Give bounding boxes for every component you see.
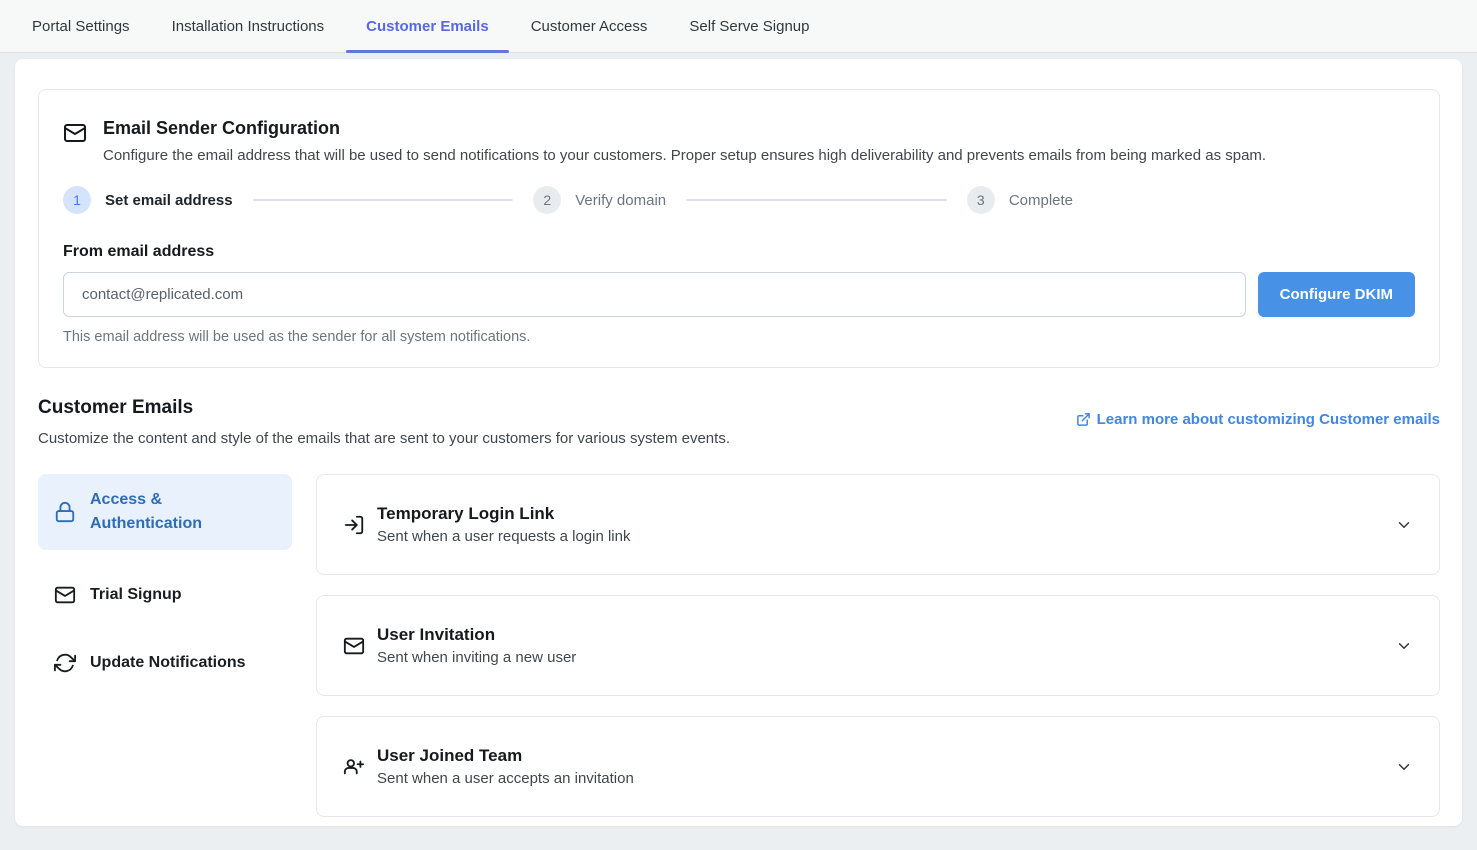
step-3-label: Complete — [1009, 192, 1073, 209]
section-title: Customer Emails — [38, 397, 730, 419]
section-heading-text: Customer Emails Customize the content an… — [38, 397, 730, 447]
step-1-label: Set email address — [105, 192, 233, 209]
category-label: Trial Signup — [90, 583, 182, 607]
email-card-subtitle: Sent when a user requests a login link — [377, 528, 630, 545]
from-email-row: Configure DKIM — [63, 272, 1415, 317]
user-plus-icon — [343, 756, 365, 778]
from-email-helper-text: This email address will be used as the s… — [63, 329, 1415, 345]
step-2-label: Verify domain — [575, 192, 666, 209]
chevron-down-icon[interactable] — [1395, 758, 1413, 776]
sender-card-text: Email Sender Configuration Configure the… — [103, 118, 1266, 164]
customer-emails-content: Access & Authentication Trial Signup Upd… — [38, 474, 1440, 817]
from-email-input[interactable] — [63, 272, 1246, 317]
tab-bar: Portal Settings Installation Instruction… — [0, 0, 1477, 53]
email-sender-config-card: Email Sender Configuration Configure the… — [38, 89, 1440, 368]
email-card-text: User Joined Team Sent when a user accept… — [377, 746, 634, 787]
sender-card-title: Email Sender Configuration — [103, 118, 1266, 139]
category-label: Update Notifications — [90, 651, 246, 675]
category-trial-signup[interactable]: Trial Signup — [38, 572, 292, 618]
mail-icon — [343, 635, 365, 657]
email-card-title: User Invitation — [377, 625, 576, 645]
tab-portal-settings[interactable]: Portal Settings — [12, 0, 150, 52]
chevron-down-icon[interactable] — [1395, 637, 1413, 655]
external-link-icon — [1076, 412, 1091, 427]
email-card-temporary-login-link[interactable]: Temporary Login Link Sent when a user re… — [316, 474, 1440, 575]
tab-self-serve-signup[interactable]: Self Serve Signup — [669, 0, 829, 52]
category-access-authentication[interactable]: Access & Authentication — [38, 474, 292, 550]
main-panel: Email Sender Configuration Configure the… — [15, 59, 1462, 826]
category-update-notifications[interactable]: Update Notifications — [38, 640, 292, 686]
section-description: Customize the content and style of the e… — [38, 430, 730, 447]
learn-more-link[interactable]: Learn more about customizing Customer em… — [1076, 411, 1440, 428]
learn-more-label: Learn more about customizing Customer em… — [1097, 411, 1440, 428]
sender-card-header: Email Sender Configuration Configure the… — [63, 118, 1415, 164]
category-label: Access & Authentication — [90, 488, 276, 536]
email-template-list: Temporary Login Link Sent when a user re… — [316, 474, 1440, 817]
mail-icon — [54, 584, 76, 606]
step-complete: 3 Complete — [967, 186, 1073, 214]
mail-icon — [63, 118, 87, 164]
step-3-number: 3 — [967, 186, 995, 214]
lock-icon — [54, 501, 76, 523]
page: Portal Settings Installation Instruction… — [0, 0, 1477, 826]
from-email-label: From email address — [63, 243, 1415, 261]
step-2-number: 2 — [533, 186, 561, 214]
chevron-down-icon[interactable] — [1395, 516, 1413, 534]
email-category-list: Access & Authentication Trial Signup Upd… — [38, 474, 292, 686]
step-1-number: 1 — [63, 186, 91, 214]
step-connector — [253, 199, 514, 201]
customer-emails-section-header: Customer Emails Customize the content an… — [38, 397, 1440, 447]
email-card-subtitle: Sent when a user accepts an invitation — [377, 770, 634, 787]
step-set-email-address: 1 Set email address — [63, 186, 233, 214]
email-card-title: Temporary Login Link — [377, 504, 630, 524]
step-connector — [686, 199, 947, 201]
email-card-subtitle: Sent when inviting a new user — [377, 649, 576, 666]
email-card-user-joined-team[interactable]: User Joined Team Sent when a user accept… — [316, 716, 1440, 817]
refresh-icon — [54, 652, 76, 674]
setup-stepper: 1 Set email address 2 Verify domain 3 Co… — [63, 186, 1073, 214]
email-card-title: User Joined Team — [377, 746, 634, 766]
tab-installation-instructions[interactable]: Installation Instructions — [152, 0, 345, 52]
sender-card-description: Configure the email address that will be… — [103, 147, 1266, 164]
log-in-icon — [343, 514, 365, 536]
step-verify-domain: 2 Verify domain — [533, 186, 666, 214]
email-card-text: Temporary Login Link Sent when a user re… — [377, 504, 630, 545]
configure-dkim-button[interactable]: Configure DKIM — [1258, 272, 1415, 317]
email-card-text: User Invitation Sent when inviting a new… — [377, 625, 576, 666]
email-card-user-invitation[interactable]: User Invitation Sent when inviting a new… — [316, 595, 1440, 696]
tab-customer-emails[interactable]: Customer Emails — [346, 0, 509, 52]
tab-customer-access[interactable]: Customer Access — [511, 0, 668, 52]
